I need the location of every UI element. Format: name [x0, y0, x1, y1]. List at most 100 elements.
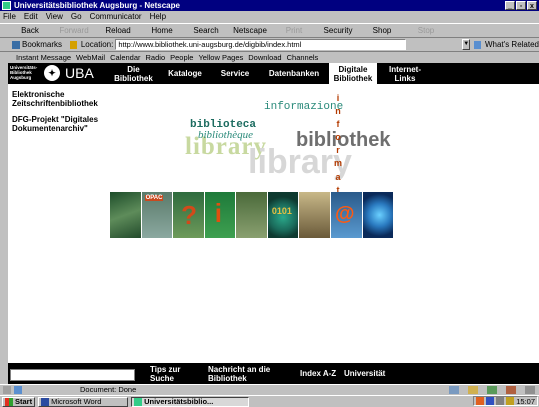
vertical-letter: m	[333, 158, 342, 169]
photo-label-at: @	[334, 203, 355, 225]
taskbar-item-netscape[interactable]: Universitätsbiblio...	[131, 396, 250, 407]
clock[interactable]: 15:07	[516, 397, 535, 406]
back-button[interactable]: Back	[8, 23, 52, 38]
home-button[interactable]: Home	[140, 23, 184, 38]
link-elektronische-zeitschriftenbibliothek[interactable]: Elektronische Zeitschriftenbibliothek	[12, 90, 132, 108]
system-tray: 15:07	[473, 396, 538, 406]
photo-tile-books[interactable]	[236, 192, 267, 238]
bookmarks-button[interactable]: Bookmarks	[12, 40, 62, 49]
photo-label-question: ?	[181, 200, 198, 230]
nav-kataloge[interactable]: Kataloge	[160, 63, 210, 84]
shop-button[interactable]: Shop	[360, 23, 404, 38]
footer-index-a-z[interactable]: Index A-Z	[300, 369, 336, 378]
window-controls: _ ▫ x	[505, 1, 537, 10]
status-text: Document: Done	[80, 385, 137, 394]
photo-label-info: i	[214, 198, 222, 228]
page-proxy-icon[interactable]	[70, 40, 77, 49]
photo-tile-opac[interactable]: OPAC	[141, 192, 173, 238]
menu-edit[interactable]: Edit	[24, 11, 38, 22]
link-instant-message[interactable]: Instant Message	[16, 53, 71, 63]
netscape-button[interactable]: Netscape	[228, 23, 272, 38]
navigator-icon[interactable]	[449, 386, 459, 394]
footer-label: Tips zur	[150, 365, 181, 374]
link-download[interactable]: Download	[248, 53, 281, 63]
menu-communicator[interactable]: Communicator	[90, 11, 142, 22]
uba-logo[interactable]: UBA	[65, 65, 94, 82]
personal-toolbar: Instant Message WebMail Calendar Radio P…	[0, 53, 539, 63]
start-label: Start	[15, 397, 33, 406]
image-link-strip: OPAC ? i 0101 @	[110, 192, 394, 238]
groups-icon[interactable]	[487, 386, 497, 394]
footer-nachricht-an-die-bibliothek[interactable]: Nachricht an die Bibliothek	[208, 365, 270, 383]
link-line: Elektronische	[12, 90, 65, 99]
tray-icon[interactable]	[496, 397, 505, 405]
nav-digitale-bibliothek[interactable]: Digitale Bibliothek	[329, 63, 377, 84]
minimize-button[interactable]: _	[505, 1, 515, 10]
tray-icon[interactable]	[476, 397, 485, 405]
nav-die-bibliothek[interactable]: Die Bibliothek	[111, 63, 156, 84]
link-calendar[interactable]: Calendar	[110, 53, 140, 63]
netscape-app-icon	[2, 1, 11, 10]
link-yellow-pages[interactable]: Yellow Pages	[198, 53, 243, 63]
taskbar-item-label: Microsoft Word	[51, 397, 102, 406]
connection-icon	[14, 386, 22, 394]
url-field[interactable]: http://www.bibliothek.uni-augsburg.de/di…	[115, 39, 407, 50]
reload-button[interactable]: Reload	[96, 23, 140, 38]
menu-go[interactable]: Go	[71, 11, 82, 22]
menu-view[interactable]: View	[46, 11, 63, 22]
photo-tile-manuscript[interactable]	[299, 192, 330, 238]
link-radio[interactable]: Radio	[146, 53, 166, 63]
security-button[interactable]: Security	[316, 23, 360, 38]
left-sidebar: Elektronische Zeitschriftenbibliothek DF…	[12, 90, 132, 140]
nav-service[interactable]: Service	[211, 63, 259, 84]
site-search-input[interactable]	[10, 369, 135, 381]
nav-label: Die	[127, 64, 140, 74]
menu-help[interactable]: Help	[150, 11, 166, 22]
vertical-letter: a	[335, 171, 341, 182]
whats-related-button[interactable]: What's Related	[485, 40, 539, 49]
photo-tile-disc[interactable]: 0101	[267, 192, 299, 238]
link-channels[interactable]: Channels	[287, 53, 319, 63]
security-lock-icon[interactable]	[3, 386, 11, 394]
tray-icon[interactable]	[486, 397, 495, 405]
link-dfg-projekt[interactable]: DFG-Projekt "Digitales Dokumentenarchiv"	[12, 115, 132, 133]
bookmarks-label: Bookmarks	[22, 40, 63, 49]
vertical-letter: n	[335, 106, 341, 117]
close-button[interactable]: x	[527, 1, 537, 10]
forward-button[interactable]: Forward	[52, 23, 96, 38]
menu-file[interactable]: File	[3, 11, 16, 22]
footer-tips-zur-suche[interactable]: Tips zur Suche	[150, 365, 181, 383]
taskbar-item-microsoft-word[interactable]: Microsoft Word	[38, 396, 129, 407]
start-button[interactable]: Start	[2, 396, 36, 407]
photo-tile-library-building[interactable]	[110, 192, 141, 238]
component-bar	[449, 386, 535, 394]
photo-tile-question[interactable]: ?	[173, 192, 204, 238]
nav-internet-links[interactable]: Internet- Links	[379, 63, 431, 84]
search-button[interactable]: Search	[184, 23, 228, 38]
photo-tile-at[interactable]: @	[330, 192, 362, 238]
composer-icon[interactable]	[506, 386, 516, 394]
link-line: DFG-Projekt "Digitales	[12, 115, 99, 124]
window-title: Universitätsbibliothek Augsburg - Netsca…	[14, 1, 180, 10]
stop-button[interactable]: Stop	[404, 23, 448, 38]
footer-label: Bibliothek	[208, 374, 247, 383]
windows-taskbar: Start Microsoft Word Universitätsbiblio.…	[0, 395, 539, 407]
mail-icon[interactable]	[468, 386, 478, 394]
nav-datenbanken[interactable]: Datenbanken	[259, 63, 329, 84]
footer-label: Universität	[344, 369, 386, 378]
footer-universitaet[interactable]: Universität	[344, 369, 385, 378]
photo-tile-info[interactable]: i	[204, 192, 236, 238]
uni-wordmark-line: Augsburg	[10, 75, 32, 80]
volume-icon[interactable]	[506, 397, 515, 405]
nav-label: Kataloge	[168, 69, 202, 78]
maximize-button[interactable]: ▫	[516, 1, 526, 10]
location-toolbar: Bookmarks Location: http://www.bibliothe…	[0, 38, 539, 52]
link-webmail[interactable]: WebMail	[76, 53, 105, 63]
print-button[interactable]: Print	[272, 23, 316, 38]
window-title-bar[interactable]: Universitätsbibliothek Augsburg - Netsca…	[0, 0, 539, 11]
nav-label: Datenbanken	[268, 69, 320, 78]
link-people[interactable]: People	[170, 53, 193, 63]
photo-tile-globe[interactable]	[362, 192, 394, 238]
edit-icon[interactable]	[525, 386, 535, 394]
url-dropdown-icon[interactable]: ▼	[462, 39, 471, 50]
